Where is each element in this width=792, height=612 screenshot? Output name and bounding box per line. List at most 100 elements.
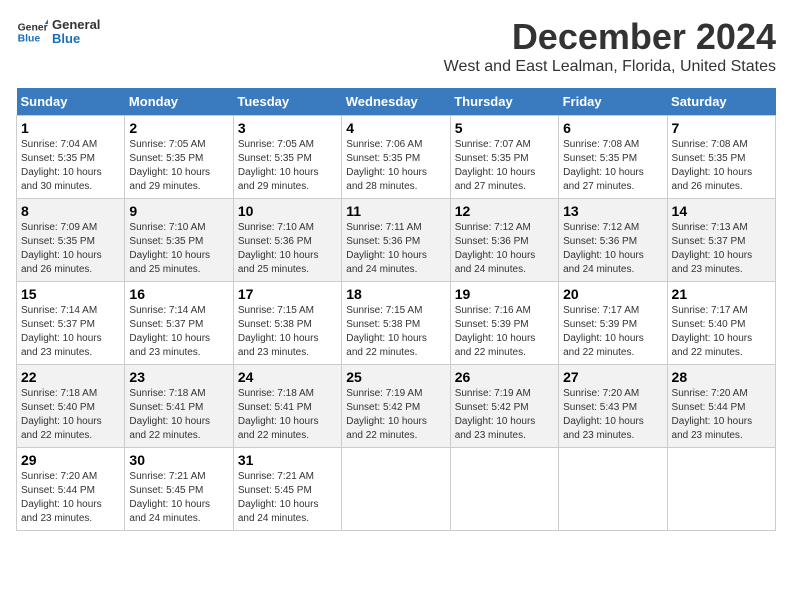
table-row: 2 Sunrise: 7:05 AM Sunset: 5:35 PM Daylig… (125, 116, 233, 199)
day-number: 28 (672, 369, 771, 385)
table-row: 25 Sunrise: 7:19 AM Sunset: 5:42 PM Dayli… (342, 365, 450, 448)
table-row: 10 Sunrise: 7:10 AM Sunset: 5:36 PM Dayli… (233, 199, 341, 282)
day-info: Sunrise: 7:05 AM Sunset: 5:35 PM Dayligh… (238, 138, 337, 194)
day-number: 17 (238, 286, 337, 302)
day-info: Sunrise: 7:13 AM Sunset: 5:37 PM Dayligh… (672, 221, 771, 277)
day-info: Sunrise: 7:19 AM Sunset: 5:42 PM Dayligh… (346, 387, 445, 443)
day-info: Sunrise: 7:11 AM Sunset: 5:36 PM Dayligh… (346, 221, 445, 277)
day-number: 25 (346, 369, 445, 385)
day-number: 1 (21, 120, 120, 136)
day-info: Sunrise: 7:14 AM Sunset: 5:37 PM Dayligh… (129, 304, 228, 360)
page-header: General Blue General Blue December 2024 … (16, 16, 776, 84)
day-number: 3 (238, 120, 337, 136)
day-number: 13 (563, 203, 662, 219)
day-number: 11 (346, 203, 445, 219)
day-info: Sunrise: 7:06 AM Sunset: 5:35 PM Dayligh… (346, 138, 445, 194)
day-number: 5 (455, 120, 554, 136)
day-number: 8 (21, 203, 120, 219)
table-row: 7Sunrise: 7:08 AM Sunset: 5:35 PM Daylig… (667, 116, 775, 199)
table-row (342, 448, 450, 531)
day-info: Sunrise: 7:17 AM Sunset: 5:40 PM Dayligh… (672, 304, 771, 360)
day-number: 6 (563, 120, 662, 136)
day-info: Sunrise: 7:18 AM Sunset: 5:41 PM Dayligh… (129, 387, 228, 443)
col-thursday: Thursday (450, 88, 558, 116)
table-row: 6 Sunrise: 7:08 AM Sunset: 5:35 PM Daylig… (559, 116, 667, 199)
table-row: 20Sunrise: 7:17 AM Sunset: 5:39 PM Dayli… (559, 282, 667, 365)
day-info: Sunrise: 7:20 AM Sunset: 5:44 PM Dayligh… (672, 387, 771, 443)
calendar-week-row: 15 Sunrise: 7:14 AM Sunset: 5:37 PM Dayli… (17, 282, 776, 365)
location-title: West and East Lealman, Florida, United S… (444, 58, 776, 76)
table-row: 29 Sunrise: 7:20 AM Sunset: 5:44 PM Dayli… (17, 448, 125, 531)
table-row: 9Sunrise: 7:10 AM Sunset: 5:35 PM Daylig… (125, 199, 233, 282)
calendar-week-row: 29 Sunrise: 7:20 AM Sunset: 5:44 PM Dayli… (17, 448, 776, 531)
day-number: 10 (238, 203, 337, 219)
table-row: 17 Sunrise: 7:15 AM Sunset: 5:38 PM Dayli… (233, 282, 341, 365)
table-row: 15 Sunrise: 7:14 AM Sunset: 5:37 PM Dayli… (17, 282, 125, 365)
day-info: Sunrise: 7:12 AM Sunset: 5:36 PM Dayligh… (455, 221, 554, 277)
table-row: 3 Sunrise: 7:05 AM Sunset: 5:35 PM Daylig… (233, 116, 341, 199)
day-number: 12 (455, 203, 554, 219)
table-row: 8Sunrise: 7:09 AM Sunset: 5:35 PM Daylig… (17, 199, 125, 282)
title-area: December 2024 West and East Lealman, Flo… (444, 16, 776, 84)
day-info: Sunrise: 7:05 AM Sunset: 5:35 PM Dayligh… (129, 138, 228, 194)
day-info: Sunrise: 7:07 AM Sunset: 5:35 PM Dayligh… (455, 138, 554, 194)
day-info: Sunrise: 7:15 AM Sunset: 5:38 PM Dayligh… (238, 304, 337, 360)
day-number: 27 (563, 369, 662, 385)
day-number: 22 (21, 369, 120, 385)
table-row: 30Sunrise: 7:21 AM Sunset: 5:45 PM Dayli… (125, 448, 233, 531)
table-row: 19Sunrise: 7:16 AM Sunset: 5:39 PM Dayli… (450, 282, 558, 365)
calendar-week-row: 1 Sunrise: 7:04 AM Sunset: 5:35 PM Daylig… (17, 116, 776, 199)
svg-text:General: General (18, 22, 48, 33)
day-number: 29 (21, 452, 120, 468)
svg-text:Blue: Blue (18, 34, 41, 45)
calendar-header-row: Sunday Monday Tuesday Wednesday Thursday… (17, 88, 776, 116)
day-info: Sunrise: 7:08 AM Sunset: 5:35 PM Dayligh… (563, 138, 662, 194)
month-title: December 2024 (444, 16, 776, 58)
table-row: 16 Sunrise: 7:14 AM Sunset: 5:37 PM Dayli… (125, 282, 233, 365)
table-row: 5 Sunrise: 7:07 AM Sunset: 5:35 PM Daylig… (450, 116, 558, 199)
day-number: 24 (238, 369, 337, 385)
table-row: 28 Sunrise: 7:20 AM Sunset: 5:44 PM Dayli… (667, 365, 775, 448)
day-info: Sunrise: 7:19 AM Sunset: 5:42 PM Dayligh… (455, 387, 554, 443)
col-monday: Monday (125, 88, 233, 116)
day-info: Sunrise: 7:18 AM Sunset: 5:41 PM Dayligh… (238, 387, 337, 443)
table-row: 13 Sunrise: 7:12 AM Sunset: 5:36 PM Dayli… (559, 199, 667, 282)
col-sunday: Sunday (17, 88, 125, 116)
day-info: Sunrise: 7:04 AM Sunset: 5:35 PM Dayligh… (21, 138, 120, 194)
table-row: 22 Sunrise: 7:18 AM Sunset: 5:40 PM Dayli… (17, 365, 125, 448)
day-info: Sunrise: 7:14 AM Sunset: 5:37 PM Dayligh… (21, 304, 120, 360)
table-row: 21Sunrise: 7:17 AM Sunset: 5:40 PM Dayli… (667, 282, 775, 365)
table-row: 26 Sunrise: 7:19 AM Sunset: 5:42 PM Dayli… (450, 365, 558, 448)
day-number: 14 (672, 203, 771, 219)
day-number: 2 (129, 120, 228, 136)
logo-general-text: General (52, 18, 100, 32)
day-info: Sunrise: 7:21 AM Sunset: 5:45 PM Dayligh… (129, 470, 228, 526)
day-number: 26 (455, 369, 554, 385)
day-info: Sunrise: 7:12 AM Sunset: 5:36 PM Dayligh… (563, 221, 662, 277)
table-row (667, 448, 775, 531)
day-info: Sunrise: 7:20 AM Sunset: 5:44 PM Dayligh… (21, 470, 120, 526)
col-saturday: Saturday (667, 88, 775, 116)
table-row: 23 Sunrise: 7:18 AM Sunset: 5:41 PM Dayli… (125, 365, 233, 448)
col-tuesday: Tuesday (233, 88, 341, 116)
day-number: 7 (672, 120, 771, 136)
col-friday: Friday (559, 88, 667, 116)
table-row: 1 Sunrise: 7:04 AM Sunset: 5:35 PM Daylig… (17, 116, 125, 199)
day-info: Sunrise: 7:10 AM Sunset: 5:36 PM Dayligh… (238, 221, 337, 277)
table-row: 14 Sunrise: 7:13 AM Sunset: 5:37 PM Dayli… (667, 199, 775, 282)
day-info: Sunrise: 7:18 AM Sunset: 5:40 PM Dayligh… (21, 387, 120, 443)
day-info: Sunrise: 7:16 AM Sunset: 5:39 PM Dayligh… (455, 304, 554, 360)
table-row: 24 Sunrise: 7:18 AM Sunset: 5:41 PM Dayli… (233, 365, 341, 448)
day-info: Sunrise: 7:20 AM Sunset: 5:43 PM Dayligh… (563, 387, 662, 443)
table-row (450, 448, 558, 531)
day-info: Sunrise: 7:10 AM Sunset: 5:35 PM Dayligh… (129, 221, 228, 277)
day-number: 16 (129, 286, 228, 302)
day-number: 23 (129, 369, 228, 385)
col-wednesday: Wednesday (342, 88, 450, 116)
day-info: Sunrise: 7:17 AM Sunset: 5:39 PM Dayligh… (563, 304, 662, 360)
day-number: 15 (21, 286, 120, 302)
table-row: 11 Sunrise: 7:11 AM Sunset: 5:36 PM Dayli… (342, 199, 450, 282)
table-row (559, 448, 667, 531)
table-row: 4Sunrise: 7:06 AM Sunset: 5:35 PM Daylig… (342, 116, 450, 199)
table-row: 31Sunrise: 7:21 AM Sunset: 5:45 PM Dayli… (233, 448, 341, 531)
